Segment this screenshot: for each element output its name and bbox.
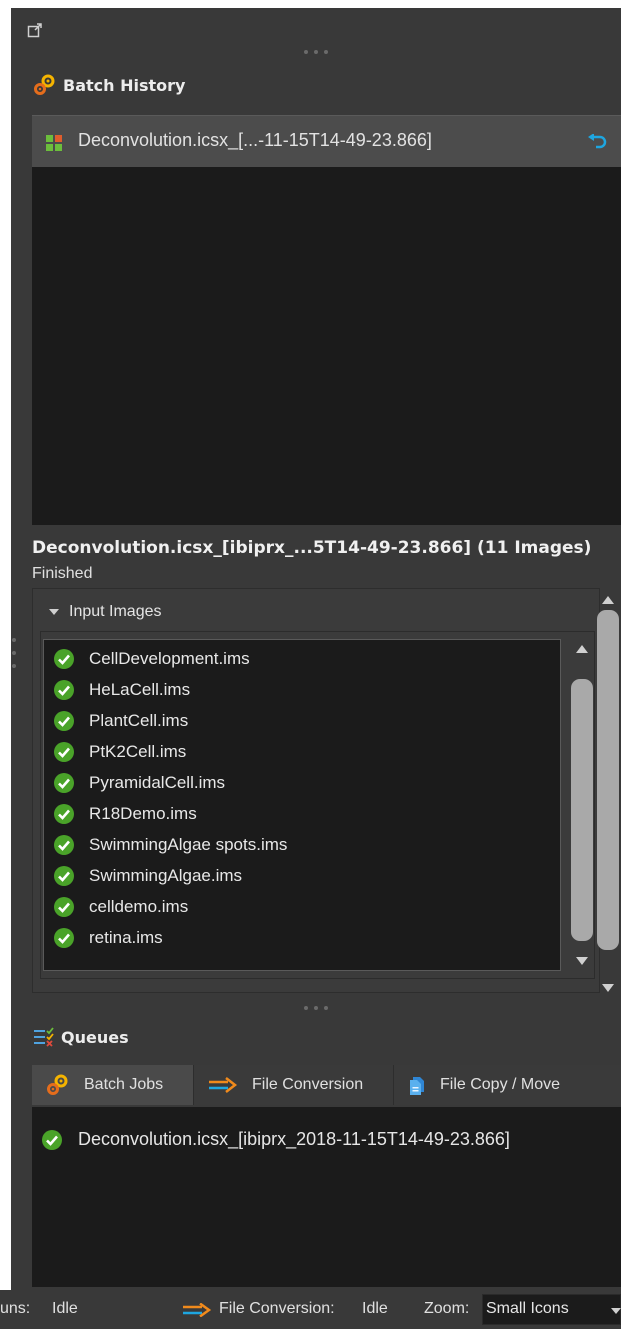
runs-value: Idle <box>52 1300 78 1317</box>
batch-history-header: Batch History <box>33 74 185 96</box>
list-item[interactable]: CellDevelopment.ims <box>44 643 560 674</box>
image-name: CellDevelopment.ims <box>89 648 250 668</box>
reload-icon[interactable] <box>587 134 607 150</box>
input-images-group: Input Images CellDevelopment.ims HeLaCel… <box>32 588 600 993</box>
splitter-handle[interactable] <box>304 49 328 55</box>
input-images-toggle[interactable]: Input Images <box>49 603 162 621</box>
scrollbar-thumb[interactable] <box>571 679 593 941</box>
zoom-label: Zoom: <box>424 1300 470 1317</box>
input-images-list[interactable]: CellDevelopment.ims HeLaCell.ims PlantCe… <box>43 639 561 971</box>
check-icon <box>54 648 74 669</box>
check-icon <box>42 1129 62 1150</box>
queue-list-icon <box>34 1027 54 1047</box>
list-item[interactable]: PyramidalCell.ims <box>44 767 560 798</box>
check-icon <box>54 834 74 855</box>
image-name: PlantCell.ims <box>89 710 189 730</box>
history-item[interactable]: Deconvolution.icsx_[...-11-15T14-49-23.8… <box>32 115 621 167</box>
image-name: PtK2Cell.ims <box>89 741 187 761</box>
batch-status: Finished <box>32 565 93 582</box>
list-item[interactable]: R18Demo.ims <box>44 798 560 829</box>
runs-label: uns: <box>0 1300 31 1317</box>
image-name: SwimmingAlgae.ims <box>89 865 243 885</box>
batch-details-title: Deconvolution.icsx_[ibiprx_...5T14-49-23… <box>32 538 592 558</box>
grid-icon <box>46 135 62 151</box>
scroll-up-icon[interactable] <box>576 645 588 653</box>
scroll-up-icon[interactable] <box>602 596 614 604</box>
list-item[interactable]: SwimmingAlgae.ims <box>44 860 560 891</box>
check-icon <box>54 927 74 948</box>
check-icon <box>54 679 74 700</box>
queues-header: Queues <box>33 1027 129 1047</box>
queue-tabs: Batch Jobs File Conversion File Copy / M… <box>32 1065 621 1105</box>
image-name: HeLaCell.ims <box>89 679 191 699</box>
side-splitter-handle[interactable] <box>11 638 17 668</box>
gears-icon <box>47 1074 68 1095</box>
batch-history-list[interactable]: Deconvolution.icsx_[...-11-15T14-49-23.8… <box>32 115 621 525</box>
splitter-handle[interactable] <box>304 1005 328 1011</box>
gears-icon <box>34 74 55 95</box>
tab-batch-jobs[interactable]: Batch Jobs <box>32 1065 194 1105</box>
zoom-select[interactable]: Small Icons <box>482 1294 621 1325</box>
list-item[interactable]: SwimmingAlgae spots.ims <box>44 829 560 860</box>
check-icon <box>54 803 74 824</box>
arrow-icon <box>209 1077 238 1093</box>
history-item-label: Deconvolution.icsx_[...-11-15T14-49-23.8… <box>78 130 432 150</box>
file-icon <box>410 1077 424 1095</box>
conversion-label: File Conversion: <box>219 1300 335 1317</box>
conversion-value: Idle <box>362 1300 388 1317</box>
image-name: R18Demo.ims <box>89 803 197 823</box>
tab-label: File Copy / Move <box>440 1076 561 1093</box>
check-icon <box>54 896 74 917</box>
image-name: SwimmingAlgae spots.ims <box>89 834 288 854</box>
zoom-value: Small Icons <box>486 1300 569 1317</box>
tab-file-conversion[interactable]: File Conversion <box>194 1065 394 1105</box>
list-item[interactable]: celldemo.ims <box>44 891 560 922</box>
tab-label: Batch Jobs <box>84 1076 164 1093</box>
tab-label: File Conversion <box>252 1076 364 1093</box>
scrollbar-thumb[interactable] <box>597 610 619 950</box>
check-icon <box>54 772 74 793</box>
queues-title: Queues <box>61 1027 129 1047</box>
check-icon <box>54 741 74 762</box>
status-bar: uns: Idle File Conversion: Idle Zoom: Sm… <box>0 1290 621 1329</box>
list-item[interactable]: HeLaCell.ims <box>44 674 560 705</box>
collapse-arrow-icon <box>49 609 59 615</box>
popout-icon[interactable] <box>27 22 43 38</box>
queue-item[interactable]: Deconvolution.icsx_[ibiprx_2018-11-15T14… <box>42 1129 510 1150</box>
queue-item-label: Deconvolution.icsx_[ibiprx_2018-11-15T14… <box>78 1129 510 1149</box>
image-name: celldemo.ims <box>89 896 189 916</box>
image-name: PyramidalCell.ims <box>89 772 226 792</box>
input-images-label: Input Images <box>69 603 162 620</box>
batch-panel: Batch History Deconvolution.icsx_[...-11… <box>11 8 621 1329</box>
scroll-down-icon[interactable] <box>602 984 614 992</box>
scroll-down-icon[interactable] <box>576 957 588 965</box>
arrow-icon <box>183 1303 212 1317</box>
tab-file-copy-move[interactable]: File Copy / Move <box>394 1065 621 1105</box>
check-icon <box>54 710 74 731</box>
list-item[interactable]: retina.ims <box>44 922 560 953</box>
image-list-scrollbar[interactable] <box>571 641 593 971</box>
list-item[interactable]: PtK2Cell.ims <box>44 736 560 767</box>
queue-list[interactable]: Deconvolution.icsx_[ibiprx_2018-11-15T14… <box>32 1107 621 1287</box>
batch-history-title: Batch History <box>63 75 186 95</box>
details-scrollbar[interactable] <box>597 592 619 992</box>
check-icon <box>54 865 74 886</box>
image-name: retina.ims <box>89 927 163 947</box>
chevron-down-icon <box>611 1308 621 1314</box>
list-item[interactable]: PlantCell.ims <box>44 705 560 736</box>
